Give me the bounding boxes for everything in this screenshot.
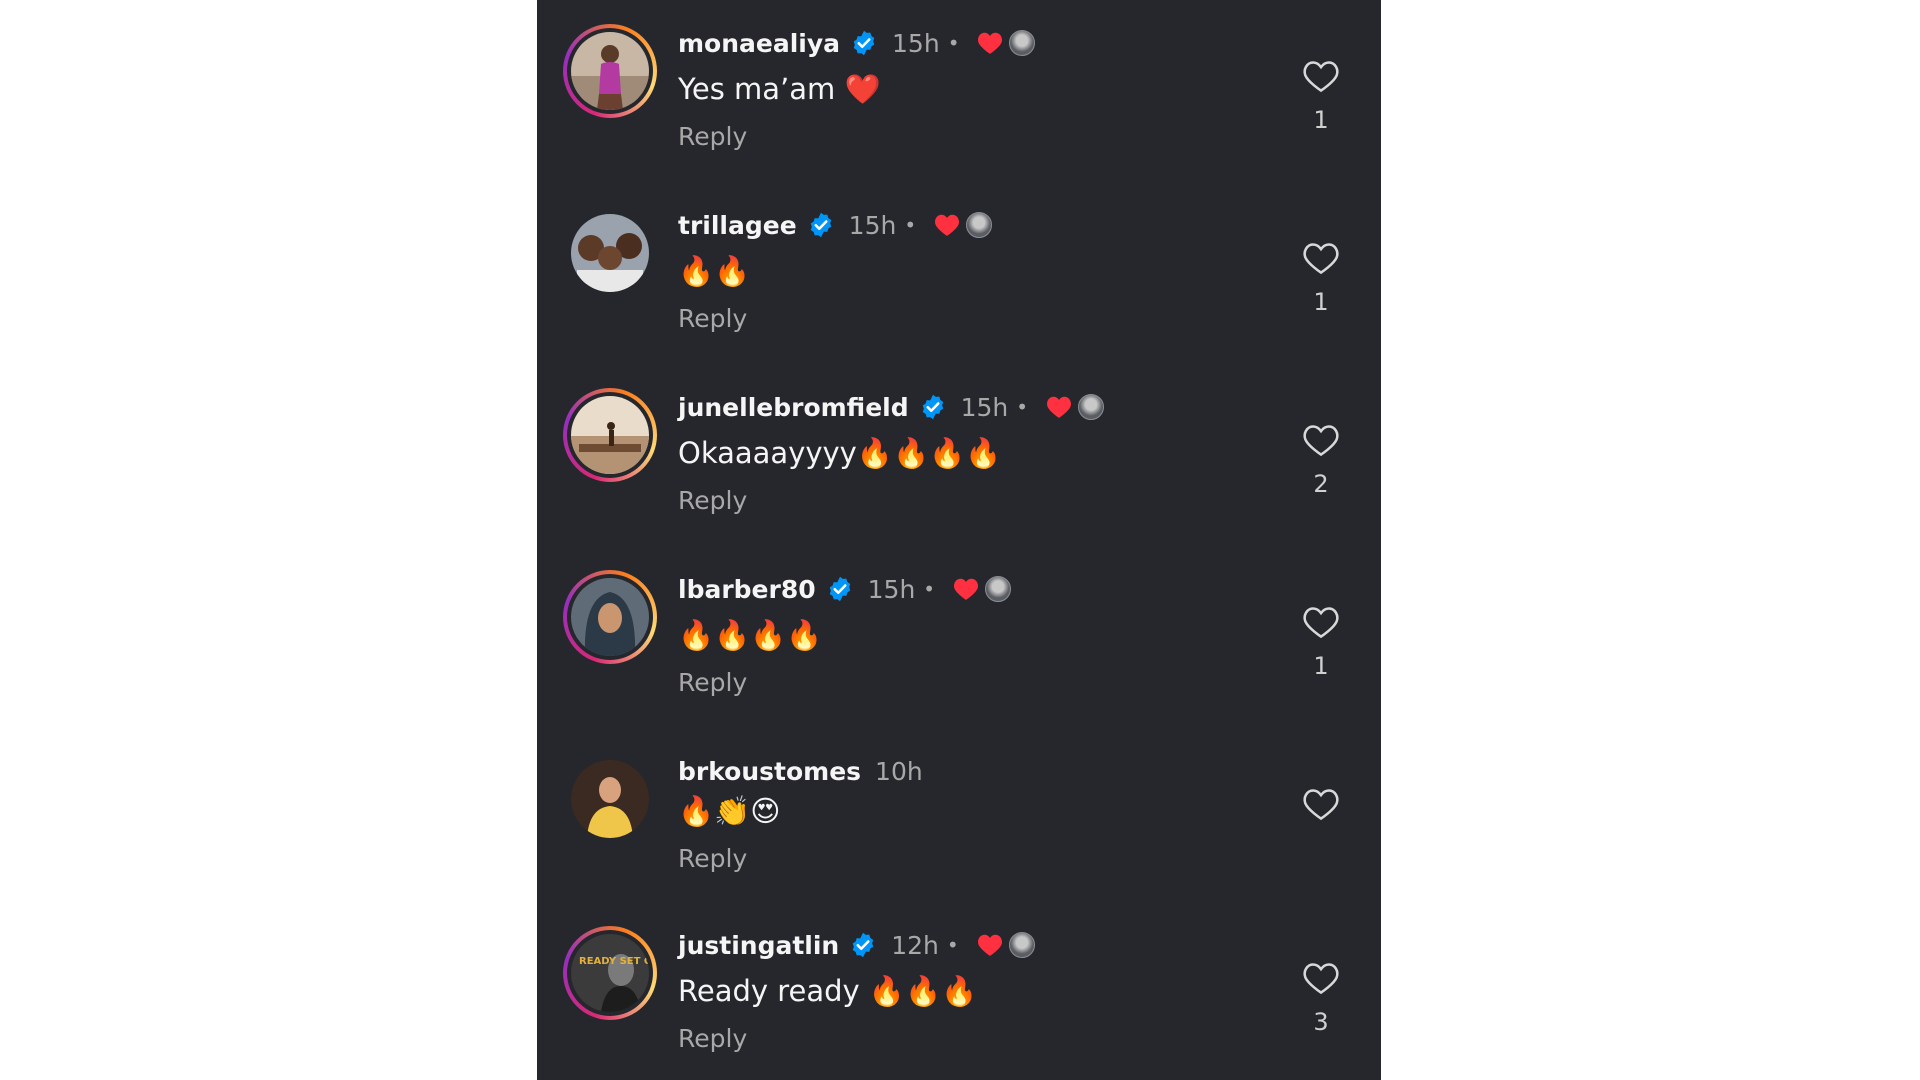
comment-header: brkoustomes 10h [678,754,923,788]
comment-text: 🔥👏😍 [678,794,781,828]
separator-dot: • [947,31,960,55]
comment-text: 🔥🔥 [678,254,751,288]
comment-text: Okaaaayyyy🔥🔥🔥🔥 [678,436,1002,470]
like-count: 2 [1313,470,1329,498]
reply-button[interactable]: Reply [678,304,747,333]
avatar-story-ring[interactable] [563,388,657,482]
reply-button[interactable]: Reply [678,486,747,515]
red-heart-icon [977,934,1002,956]
like-count: 1 [1313,652,1329,680]
comment-text: 🔥🔥🔥🔥 [678,618,823,652]
timestamp: 12h [891,930,939,960]
comment-header: justingatlin 12h • [678,928,1035,962]
username[interactable]: lbarber80 [678,575,816,604]
reply-button[interactable]: Reply [678,1024,747,1053]
verified-badge-icon [922,394,943,420]
creator-avatar-mini [1008,932,1035,958]
avatar[interactable] [571,214,649,292]
creator-avatar-mini [1078,394,1105,420]
creator-avatar-mini [966,212,993,238]
avatar-story-ring[interactable]: READY SET GO [563,926,657,1020]
comment-text: Yes ma’am ❤️ [678,72,881,106]
timestamp: 15h [867,574,916,604]
separator-dot: • [946,933,959,957]
like-count: 1 [1313,106,1329,134]
verified-badge-icon [829,576,850,602]
timestamp: 15h [892,28,940,58]
comment-header: lbarber80 15h • [678,572,1012,606]
heart-outline-icon[interactable] [1302,422,1340,458]
like-count: 3 [1313,1008,1329,1036]
timestamp: 15h [848,210,897,240]
avatar[interactable] [571,760,649,838]
separator-dot: • [1016,395,1029,419]
comments-panel: monaealiya 15h • Yes ma’am ❤️ Reply 1 tr… [537,0,1381,1080]
username[interactable]: brkoustomes [678,757,861,786]
reply-button[interactable]: Reply [678,668,747,697]
comment-item: READY SET GO justingatlin 12h • Ready re… [537,902,1381,1053]
separator-dot: • [923,577,936,601]
red-heart-icon [1047,396,1072,418]
comment-item: trillagee 15h • 🔥🔥 Reply 1 [537,182,1381,333]
comment-item: brkoustomes 10h 🔥👏😍 Reply [537,728,1381,878]
red-heart-icon [935,214,960,236]
heart-outline-icon[interactable] [1302,786,1340,822]
timestamp: 10h [875,756,923,786]
creator-avatar-mini [1009,30,1036,56]
username[interactable]: junellebromfield [678,393,909,422]
avatar-text: READY SET GO [579,956,649,967]
username[interactable]: monaealiya [678,29,840,58]
heart-outline-icon[interactable] [1302,960,1340,996]
avatar-container[interactable] [563,752,657,846]
comment-header: monaealiya 15h • [678,26,1036,60]
comment-item: lbarber80 15h • 🔥🔥🔥🔥 Reply 1 [537,546,1381,697]
avatar-story-ring[interactable] [563,570,657,664]
avatar[interactable]: READY SET GO [571,934,649,1012]
like-count: 1 [1313,288,1329,316]
verified-badge-icon [853,30,875,56]
comment-text: Ready ready 🔥🔥🔥 [678,974,978,1008]
heart-outline-icon[interactable] [1302,240,1340,276]
creator-avatar-mini [985,576,1012,602]
avatar[interactable] [571,32,649,110]
avatar-story-ring[interactable] [563,24,657,118]
reply-button[interactable]: Reply [678,844,747,873]
comment-item: monaealiya 15h • Yes ma’am ❤️ Reply 1 [537,0,1381,151]
username[interactable]: trillagee [678,211,797,240]
avatar[interactable] [571,578,649,656]
comment-item: junellebromfield 15h • Okaaaayyyy🔥🔥🔥🔥 Re… [537,364,1381,515]
heart-outline-icon[interactable] [1302,58,1340,94]
comment-header: junellebromfield 15h • [678,390,1105,424]
avatar[interactable] [571,396,649,474]
comment-header: trillagee 15h • [678,208,993,242]
red-heart-icon [954,578,979,600]
heart-outline-icon[interactable] [1302,604,1340,640]
username[interactable]: justingatlin [678,931,839,960]
separator-dot: • [904,213,917,237]
verified-badge-icon [852,932,874,958]
avatar-container[interactable] [563,206,657,300]
verified-badge-icon [810,212,831,238]
timestamp: 15h [960,392,1009,422]
red-heart-icon [978,32,1003,54]
reply-button[interactable]: Reply [678,122,747,151]
